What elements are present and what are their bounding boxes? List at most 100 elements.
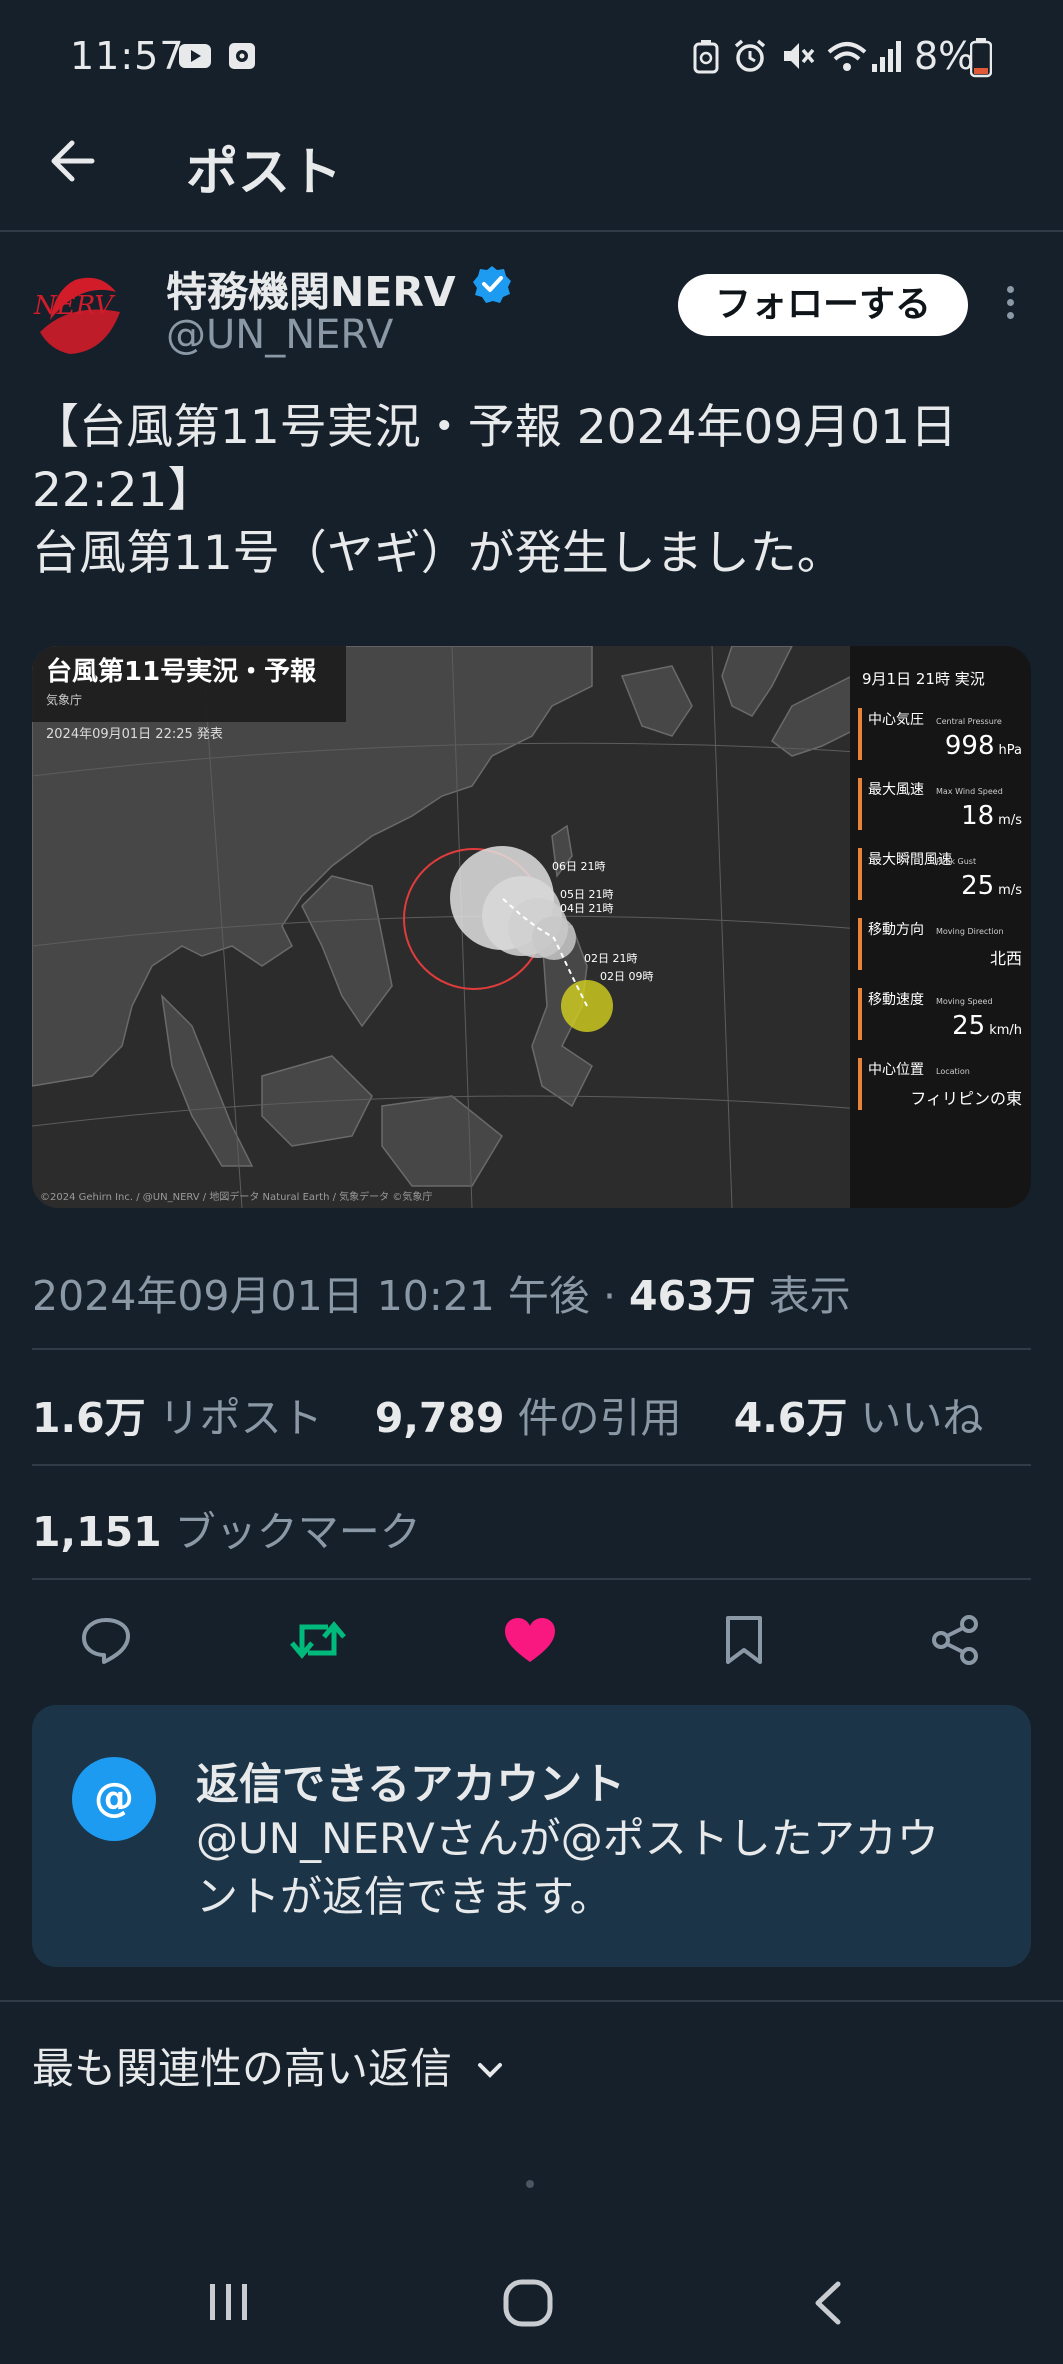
divider (0, 2000, 1063, 2002)
panel-accent-bar (858, 988, 862, 1040)
nerv-logo-icon: NERV (33, 277, 120, 354)
forecast-label: 04日 21時 (560, 902, 614, 915)
panel-row-en: Moving Speed (936, 997, 993, 1006)
reply-restriction-title: 返信できるアカウント (196, 1760, 626, 1810)
system-navbar (0, 2240, 1063, 2364)
map-issued: 2024年09月01日 22:25 発表 (46, 727, 223, 742)
home-icon[interactable] (502, 2278, 556, 2328)
like-button[interactable] (490, 1600, 570, 1680)
chevron-down-icon (478, 2063, 503, 2078)
typhoon-map-image[interactable]: 06日 21時 05日 21時 04日 21時 02日 21時 02日 09時 … (32, 646, 1031, 1208)
post-text-line: 22:21】 (32, 463, 215, 518)
status-bar: 11:57 8% (0, 0, 1063, 118)
like-count: 4.6万 (733, 1394, 848, 1442)
back-icon[interactable] (810, 2278, 846, 2328)
panel-accent-bar (858, 708, 862, 760)
bookmark-label: ブックマーク (174, 1508, 421, 1556)
panel-row-en: Central Pressure (936, 717, 1002, 726)
reply-button[interactable] (66, 1600, 146, 1680)
reply-sort-label: 最も関連性の高い返信 (32, 2044, 453, 2093)
typhoon-map: 06日 21時 05日 21時 04日 21時 02日 21時 02日 09時 … (32, 646, 1031, 1208)
reply-restriction-body: @UN_NERVさんが@ポストしたアカウ ントが返信できます。 (196, 1810, 996, 1926)
quote-count: 9,789 (374, 1394, 505, 1442)
divider (32, 1578, 1031, 1580)
panel-accent-bar (858, 848, 862, 900)
repost-button[interactable] (278, 1600, 358, 1680)
post-meta: 2024年09月01日 10:21 午後 · 463万 表示 (32, 1262, 851, 1322)
post-text-line: 台風第11号（ヤギ）が発生しました。 (32, 526, 844, 581)
wifi-icon (827, 42, 867, 71)
forecast-label: 02日 09時 (600, 970, 654, 983)
status-time: 11:57 (70, 34, 185, 78)
panel-row-en: Max Wind Speed (936, 787, 1003, 796)
forecast-label: 06日 21時 (552, 860, 606, 873)
author-name[interactable]: 特務機関NERV (166, 258, 456, 318)
panel-row-label: 移動方向 (868, 922, 924, 938)
panel-row-en: Peak Gust (936, 857, 976, 866)
view-count: 463万 (629, 1272, 756, 1320)
panel-row-value: フィリピンの東 (910, 1089, 1022, 1108)
share-icon (932, 1615, 978, 1665)
engagement-stats: 1.6万 リポスト 9,789 件の引用 4.6万 いいね (32, 1384, 983, 1444)
panel-row-en: Location (936, 1067, 970, 1076)
like-icon (505, 1618, 555, 1662)
meta-separator: · (602, 1272, 616, 1320)
bookmark-count: 1,151 (32, 1508, 162, 1556)
author-handle[interactable]: @UN_NERV (166, 312, 393, 358)
map-credit: ©2024 Gehirn Inc. / @UN_NERV / 地図データ Nat… (40, 1190, 432, 1203)
header-divider (0, 230, 1063, 232)
bookmark-stat[interactable]: 1,151 ブックマーク (32, 1498, 421, 1558)
quote-label: 件の引用 (517, 1394, 682, 1442)
post-text-line: 【台風第11号実況・予報 2024年09月01日 (32, 400, 957, 455)
follow-button[interactable]: フォローする (678, 274, 968, 336)
map-agency: 気象庁 (46, 692, 82, 707)
like-label: いいね (860, 1394, 984, 1442)
more-options-icon[interactable] (1000, 280, 1020, 330)
panel-row-label: 中心位置 (868, 1062, 924, 1078)
panel-row-label: 最大風速 (868, 782, 924, 798)
alarm-icon (734, 39, 766, 72)
avatar[interactable]: NERV (30, 262, 130, 362)
reply-icon (82, 1618, 130, 1664)
action-bar (0, 1600, 1063, 1680)
repost-stat[interactable]: 1.6万 リポスト (32, 1394, 323, 1442)
post-datetime: 2024年09月01日 10:21 午後 (32, 1272, 590, 1320)
forecast-label: 02日 21時 (584, 952, 638, 965)
view-label: 表示 (768, 1272, 851, 1320)
back-arrow-icon[interactable] (48, 136, 98, 186)
bookmark-icon (726, 1616, 762, 1664)
share-button[interactable] (916, 1600, 996, 1680)
reply-restriction-line: ントが返信できます。 (196, 1872, 612, 1921)
mute-icon (784, 43, 815, 69)
battery-saver-icon (693, 40, 719, 74)
repost-icon (290, 1621, 346, 1659)
post-text: 【台風第11号実況・予報 2024年09月01日 22:21】 台風第11号（ヤ… (32, 396, 1042, 585)
like-stat[interactable]: 4.6万 いいね (734, 1394, 984, 1442)
repost-label: リポスト (158, 1394, 323, 1442)
panel-accent-bar (858, 918, 862, 970)
page-title: ポスト (186, 143, 343, 203)
forecast-label: 05日 21時 (560, 888, 614, 901)
reply-restriction-line: @UN_NERVさんが@ポストしたアカウ (196, 1814, 939, 1863)
panel-row-en: Moving Direction (936, 927, 1004, 936)
scroll-indicator (526, 2180, 534, 2188)
panel-header: 9月1日 21時 実況 (862, 670, 985, 688)
svg-text:NERV: NERV (33, 291, 115, 321)
battery-percent: 8% (914, 34, 975, 78)
bookmark-button[interactable] (704, 1600, 784, 1680)
recent-apps-icon[interactable] (204, 2280, 254, 2324)
media-icon (229, 43, 255, 69)
divider (32, 1464, 1031, 1466)
quote-stat[interactable]: 9,789 件の引用 (375, 1394, 682, 1442)
reply-sort-dropdown[interactable]: 最も関連性の高い返信 (32, 2035, 505, 2096)
panel-accent-bar (858, 1058, 862, 1110)
youtube-icon (179, 44, 211, 68)
verified-badge-icon (473, 266, 511, 303)
battery-icon (970, 38, 992, 78)
panel-row-value: 北西 (990, 949, 1022, 968)
divider (32, 1348, 1031, 1350)
signal-icon (872, 41, 901, 72)
mention-icon: @ (72, 1757, 156, 1841)
repost-count: 1.6万 (32, 1394, 146, 1442)
panel-row-label: 中心気圧 (868, 712, 924, 728)
